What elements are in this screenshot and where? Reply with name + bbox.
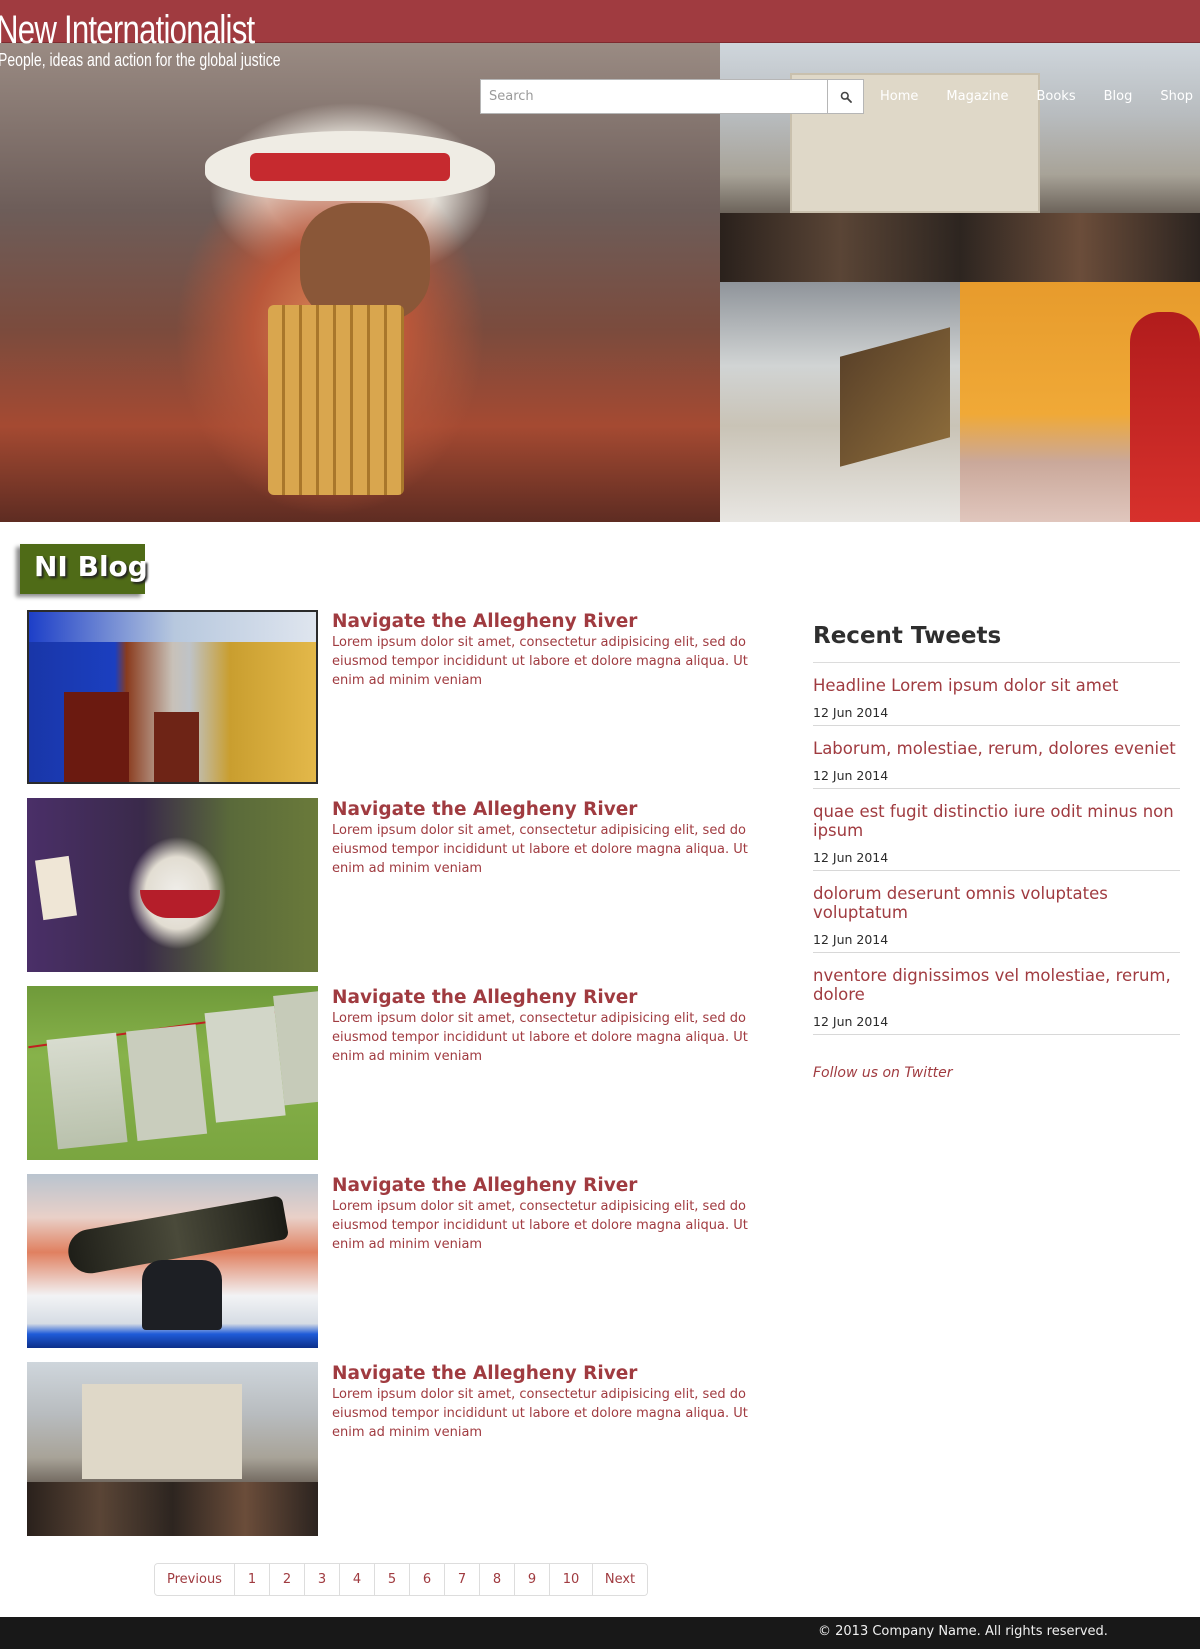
main-nav: Home Magazine Books Blog Shop bbox=[864, 83, 1200, 111]
article-thumbnail[interactable] bbox=[27, 1174, 318, 1348]
pagination-page-8[interactable]: 8 bbox=[479, 1564, 514, 1595]
article-excerpt: Lorem ipsum dolor sit amet, consectetur … bbox=[332, 823, 748, 876]
article-title[interactable]: Navigate the Allegheny River bbox=[332, 1363, 782, 1385]
follow-twitter-link[interactable]: Follow us on Twitter bbox=[813, 1065, 1180, 1081]
list-item: Navigate the Allegheny River Lorem ipsum… bbox=[27, 610, 787, 784]
pagination-previous[interactable]: Previous bbox=[155, 1564, 234, 1595]
site-tagline: People, ideas and action for the global … bbox=[0, 50, 281, 70]
list-item: Navigate the Allegheny River Lorem ipsum… bbox=[27, 986, 787, 1160]
article-excerpt: Lorem ipsum dolor sit amet, consectetur … bbox=[332, 1387, 748, 1440]
pagination-page-6[interactable]: 6 bbox=[409, 1564, 444, 1595]
tweet-item: nventore dignissimos vel molestiae, reru… bbox=[813, 953, 1180, 1035]
article-thumbnail[interactable] bbox=[27, 986, 318, 1160]
hero-image-main[interactable] bbox=[0, 43, 720, 522]
hero-image-bottom-right[interactable] bbox=[960, 282, 1200, 522]
tweet-link[interactable]: Headline Lorem ipsum dolor sit amet bbox=[813, 676, 1180, 695]
search-icon bbox=[840, 91, 852, 103]
list-item: Navigate the Allegheny River Lorem ipsum… bbox=[27, 1174, 787, 1348]
pagination-page-10[interactable]: 10 bbox=[549, 1564, 592, 1595]
article-thumbnail[interactable] bbox=[27, 610, 318, 784]
pagination-page-4[interactable]: 4 bbox=[339, 1564, 374, 1595]
tweet-item: dolorum deserunt omnis voluptates volupt… bbox=[813, 871, 1180, 953]
pagination-page-3[interactable]: 3 bbox=[304, 1564, 339, 1595]
search-input[interactable] bbox=[480, 79, 828, 114]
pagination-page-2[interactable]: 2 bbox=[269, 1564, 304, 1595]
tweet-date: 12 Jun 2014 bbox=[813, 932, 889, 947]
nav-item-magazine[interactable]: Magazine bbox=[932, 83, 1022, 111]
site-logo[interactable]: New Internationalist People, ideas and a… bbox=[0, 8, 360, 70]
article-title[interactable]: Navigate the Allegheny River bbox=[332, 611, 782, 633]
search-button[interactable] bbox=[827, 79, 864, 114]
article-title[interactable]: Navigate the Allegheny River bbox=[332, 799, 782, 821]
hero-collage bbox=[0, 43, 1200, 522]
tweet-item: quae est fugit distinctio iure odit minu… bbox=[813, 789, 1180, 871]
pagination-page-7[interactable]: 7 bbox=[444, 1564, 479, 1595]
article-thumbnail[interactable] bbox=[27, 1362, 318, 1536]
tweet-link[interactable]: nventore dignissimos vel molestiae, reru… bbox=[813, 966, 1180, 1004]
article-thumbnail[interactable] bbox=[27, 798, 318, 972]
tweet-item: Laborum, molestiae, rerum, dolores eveni… bbox=[813, 726, 1180, 789]
tweet-date: 12 Jun 2014 bbox=[813, 850, 889, 865]
pagination-page-1[interactable]: 1 bbox=[234, 1564, 269, 1595]
article-body: Navigate the Allegheny River Lorem ipsum… bbox=[332, 798, 782, 878]
list-item: Navigate the Allegheny River Lorem ipsum… bbox=[27, 1362, 787, 1536]
pagination-page-9[interactable]: 9 bbox=[514, 1564, 549, 1595]
section-title: NI Blog bbox=[34, 550, 148, 583]
sidebar-heading: Recent Tweets bbox=[813, 622, 1180, 663]
search-form bbox=[480, 79, 864, 114]
pagination-page-5[interactable]: 5 bbox=[374, 1564, 409, 1595]
article-list: Navigate the Allegheny River Lorem ipsum… bbox=[27, 610, 787, 1550]
nav-item-books[interactable]: Books bbox=[1022, 83, 1089, 111]
pagination-next[interactable]: Next bbox=[592, 1564, 647, 1595]
site-footer: © 2013 Company Name. All rights reserved… bbox=[0, 1617, 1200, 1649]
tweet-link[interactable]: quae est fugit distinctio iure odit minu… bbox=[813, 802, 1180, 840]
article-excerpt: Lorem ipsum dolor sit amet, consectetur … bbox=[332, 1011, 748, 1064]
tweet-date: 12 Jun 2014 bbox=[813, 705, 889, 720]
site-title: New Internationalist bbox=[0, 8, 255, 52]
hero-main-panpipes bbox=[268, 305, 404, 495]
tweet-link[interactable]: dolorum deserunt omnis voluptates volupt… bbox=[813, 884, 1180, 922]
article-body: Navigate the Allegheny River Lorem ipsum… bbox=[332, 1362, 782, 1442]
article-excerpt: Lorem ipsum dolor sit amet, consectetur … bbox=[332, 635, 748, 688]
tweet-link[interactable]: Laborum, molestiae, rerum, dolores eveni… bbox=[813, 739, 1180, 758]
recent-tweets-sidebar: Recent Tweets Headline Lorem ipsum dolor… bbox=[813, 622, 1180, 1081]
article-body: Navigate the Allegheny River Lorem ipsum… bbox=[332, 1174, 782, 1254]
list-item: Navigate the Allegheny River Lorem ipsum… bbox=[27, 798, 787, 972]
nav-item-blog[interactable]: Blog bbox=[1090, 83, 1147, 111]
pagination: Previous 1 2 3 4 5 6 7 8 9 10 Next bbox=[154, 1563, 648, 1596]
section-badge: NI Blog bbox=[20, 544, 148, 594]
nav-item-home[interactable]: Home bbox=[864, 83, 932, 111]
article-excerpt: Lorem ipsum dolor sit amet, consectetur … bbox=[332, 1199, 748, 1252]
hero-image-bottom-left[interactable] bbox=[720, 282, 960, 522]
article-body: Navigate the Allegheny River Lorem ipsum… bbox=[332, 986, 782, 1066]
footer-copyright: © 2013 Company Name. All rights reserved… bbox=[818, 1624, 1108, 1639]
article-body: Navigate the Allegheny River Lorem ipsum… bbox=[332, 610, 782, 690]
tweet-date: 12 Jun 2014 bbox=[813, 768, 889, 783]
article-title[interactable]: Navigate the Allegheny River bbox=[332, 1175, 782, 1197]
tweet-item: Headline Lorem ipsum dolor sit amet 12 J… bbox=[813, 663, 1180, 726]
article-title[interactable]: Navigate the Allegheny River bbox=[332, 987, 782, 1009]
nav-item-shop[interactable]: Shop bbox=[1146, 83, 1200, 111]
tweet-date: 12 Jun 2014 bbox=[813, 1014, 889, 1029]
